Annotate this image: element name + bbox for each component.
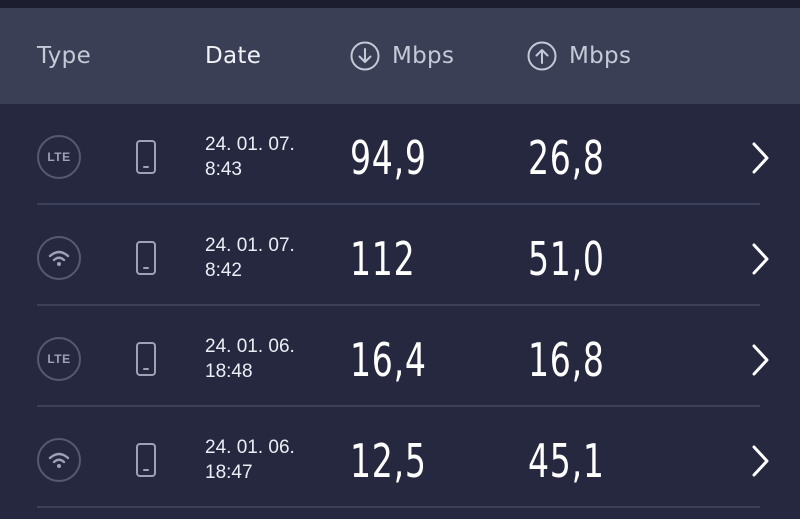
result-datetime: 24. 01. 07. 8:43 (205, 132, 295, 182)
result-time: 8:43 (205, 159, 242, 180)
upload-speed: 16,8 (528, 333, 605, 387)
result-row[interactable]: LTE 24. 01. 06. 18:48 16,4 16,8 (0, 306, 800, 407)
column-header-date-label: Date (205, 43, 262, 69)
row-divider (37, 506, 760, 508)
download-speed: 94,9 (350, 131, 427, 185)
phone-icon (136, 342, 156, 376)
column-header-upload-label: Mbps (569, 43, 632, 69)
result-time: 18:48 (205, 361, 253, 382)
status-bar-strip (0, 0, 800, 8)
lte-icon-label: LTE (47, 352, 71, 366)
chevron-right-icon[interactable] (750, 242, 772, 276)
upload-speed: 51,0 (528, 232, 605, 286)
result-time: 8:42 (205, 260, 242, 281)
lte-icon: LTE (37, 337, 81, 381)
result-date: 24. 01. 07. (205, 134, 295, 155)
column-header-upload: Mbps (527, 8, 631, 104)
result-datetime: 24. 01. 07. 8:42 (205, 233, 295, 283)
phone-icon (136, 443, 156, 477)
column-header-type: Type (37, 8, 91, 104)
phone-icon (136, 140, 156, 174)
result-row[interactable]: 24. 01. 07. 8:42 112 51,0 (0, 205, 800, 306)
result-date: 24. 01. 06. (205, 437, 295, 458)
wifi-icon (37, 438, 81, 482)
arrow-down-circle-icon (350, 41, 380, 71)
results-table-header: Type Date Mbps Mbps (0, 8, 800, 104)
download-speed: 112 (350, 232, 416, 286)
column-header-date: Date (205, 8, 261, 104)
chevron-right-icon[interactable] (750, 444, 772, 478)
result-datetime: 24. 01. 06. 18:48 (205, 334, 295, 384)
result-datetime: 24. 01. 06. 18:47 (205, 435, 295, 485)
column-header-download: Mbps (350, 8, 454, 104)
arrow-up-circle-icon (527, 41, 557, 71)
result-row[interactable]: 24. 01. 06. 18:47 12,5 45,1 (0, 407, 800, 508)
lte-icon: LTE (37, 135, 81, 179)
result-row[interactable]: LTE 24. 01. 07. 8:43 94,9 26,8 (0, 104, 800, 205)
wifi-icon (37, 236, 81, 280)
upload-speed: 45,1 (528, 434, 605, 488)
result-time: 18:47 (205, 462, 253, 483)
chevron-right-icon[interactable] (750, 343, 772, 377)
result-date: 24. 01. 07. (205, 235, 295, 256)
results-list: LTE 24. 01. 07. 8:43 94,9 26,8 24. 01. 0… (0, 104, 800, 519)
lte-icon-label: LTE (47, 150, 71, 164)
phone-icon (136, 241, 156, 275)
wifi-glyph (48, 250, 70, 266)
column-header-download-label: Mbps (392, 43, 455, 69)
download-speed: 16,4 (350, 333, 427, 387)
download-speed: 12,5 (350, 434, 427, 488)
upload-speed: 26,8 (528, 131, 605, 185)
result-date: 24. 01. 06. (205, 336, 295, 357)
wifi-glyph (48, 452, 70, 468)
chevron-right-icon[interactable] (750, 141, 772, 175)
column-header-type-label: Type (37, 43, 92, 69)
